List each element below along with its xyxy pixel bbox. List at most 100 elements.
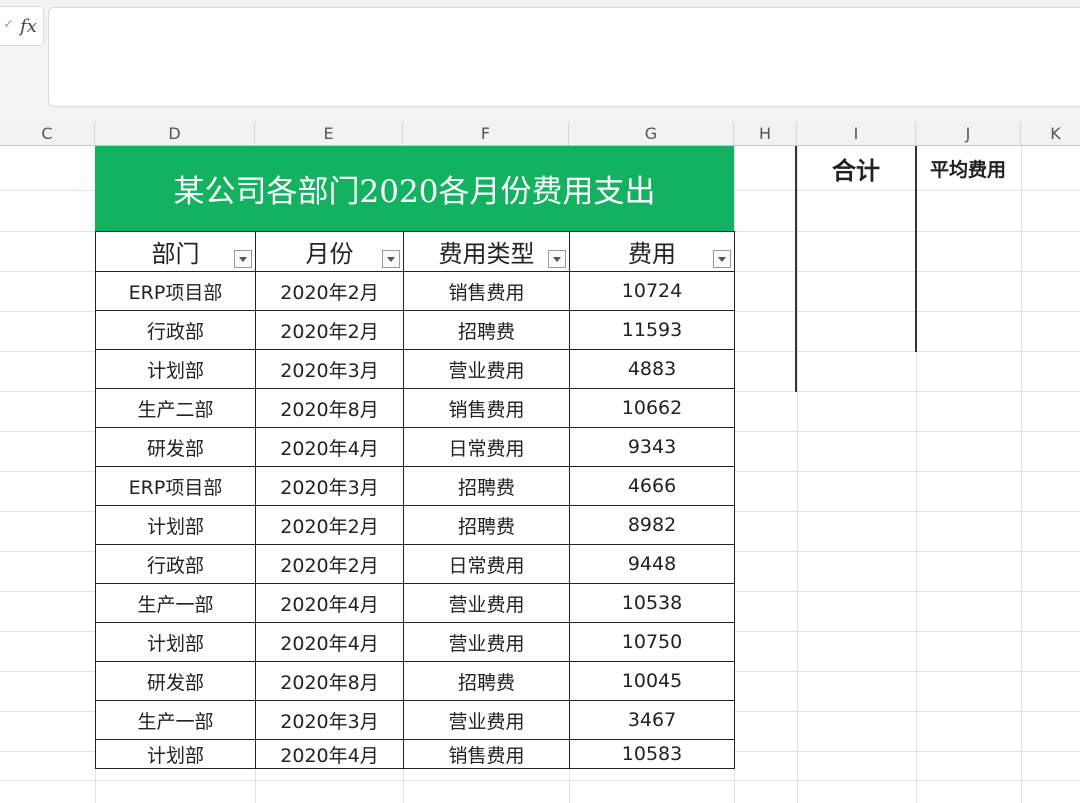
- column-header-h[interactable]: H: [734, 122, 797, 146]
- table-row: 研发部 2020年4月 日常费用 9343: [95, 427, 735, 467]
- table-row: 行政部 2020年2月 招聘费 11593: [95, 310, 735, 350]
- cell-department[interactable]: 生产一部: [95, 583, 256, 623]
- cell-department[interactable]: 行政部: [95, 544, 256, 584]
- filter-dropdown-icon[interactable]: [382, 250, 400, 268]
- table-row: 计划部 2020年2月 招聘费 8982: [95, 505, 735, 545]
- cell-expense-type[interactable]: 营业费用: [403, 622, 570, 662]
- cell-expense[interactable]: 9448: [569, 544, 735, 584]
- cell-month[interactable]: 2020年8月: [255, 661, 404, 701]
- cell-department[interactable]: 计划部: [95, 349, 256, 389]
- cell-month[interactable]: 2020年8月: [255, 388, 404, 428]
- cell-expense[interactable]: 10583: [569, 739, 735, 769]
- cell-expense[interactable]: 3467: [569, 700, 735, 740]
- header-label: 月份: [305, 240, 354, 268]
- table-row: 生产二部 2020年8月 销售费用 10662: [95, 388, 735, 428]
- total-label-cell[interactable]: 合计: [797, 146, 915, 190]
- cell-department[interactable]: 计划部: [95, 505, 256, 545]
- fx-icon: fx: [20, 15, 37, 37]
- insert-function-button[interactable]: ✓ fx: [0, 6, 44, 46]
- border-line: [795, 146, 797, 392]
- table-row: ERP项目部 2020年3月 招聘费 4666: [95, 466, 735, 506]
- header-label: 部门: [151, 240, 200, 268]
- column-header-d[interactable]: D: [95, 122, 255, 146]
- grid-line: [0, 780, 1080, 781]
- header-cell-month[interactable]: 月份: [255, 231, 404, 272]
- column-header-e[interactable]: E: [255, 122, 403, 146]
- table-row: 行政部 2020年2月 日常费用 9448: [95, 544, 735, 584]
- header-label: 费用类型: [438, 240, 535, 268]
- cell-expense[interactable]: 11593: [569, 310, 735, 350]
- average-label-cell[interactable]: 平均费用: [916, 146, 1020, 190]
- cell-expense-type[interactable]: 营业费用: [403, 349, 570, 389]
- filter-dropdown-icon[interactable]: [234, 250, 252, 268]
- cell-expense[interactable]: 10538: [569, 583, 735, 623]
- cell-expense-type[interactable]: 日常费用: [403, 544, 570, 584]
- table-row: 计划部 2020年4月 销售费用 10583: [95, 739, 735, 769]
- cell-department[interactable]: 研发部: [95, 661, 256, 701]
- cell-department[interactable]: 生产一部: [95, 700, 256, 740]
- header-cell-expense-type[interactable]: 费用类型: [403, 231, 570, 272]
- cell-month[interactable]: 2020年3月: [255, 466, 404, 506]
- cell-expense[interactable]: 4666: [569, 466, 735, 506]
- cell-department[interactable]: ERP项目部: [95, 466, 256, 506]
- cell-department[interactable]: 生产二部: [95, 388, 256, 428]
- cell-expense-type[interactable]: 招聘费: [403, 661, 570, 701]
- expense-table: 部门 月份 费用类型 费用 ERP项目部 2020年2月 销售费用 10724: [95, 231, 735, 769]
- cell-month[interactable]: 2020年4月: [255, 622, 404, 662]
- border-line: [915, 146, 917, 352]
- filter-dropdown-icon[interactable]: [713, 250, 731, 268]
- cell-month[interactable]: 2020年2月: [255, 505, 404, 545]
- cell-expense[interactable]: 10662: [569, 388, 735, 428]
- cell-month[interactable]: 2020年4月: [255, 583, 404, 623]
- column-header-j[interactable]: J: [916, 122, 1021, 146]
- header-row: 部门 月份 费用类型 费用: [95, 231, 735, 272]
- cell-expense-type[interactable]: 营业费用: [403, 700, 570, 740]
- column-header-i[interactable]: I: [797, 122, 916, 146]
- cell-expense-type[interactable]: 招聘费: [403, 505, 570, 545]
- cell-department[interactable]: 计划部: [95, 739, 256, 769]
- cell-expense[interactable]: 9343: [569, 427, 735, 467]
- cell-expense-type[interactable]: 招聘费: [403, 466, 570, 506]
- table-row: 计划部 2020年3月 营业费用 4883: [95, 349, 735, 389]
- header-cell-expense[interactable]: 费用: [569, 231, 735, 272]
- cell-expense[interactable]: 10750: [569, 622, 735, 662]
- cell-month[interactable]: 2020年3月: [255, 349, 404, 389]
- formula-input[interactable]: [48, 7, 1080, 107]
- header-cell-department[interactable]: 部门: [95, 231, 256, 272]
- table-row: 生产一部 2020年4月 营业费用 10538: [95, 583, 735, 623]
- table-row: 计划部 2020年4月 营业费用 10750: [95, 622, 735, 662]
- cell-department[interactable]: 行政部: [95, 310, 256, 350]
- table-row: ERP项目部 2020年2月 销售费用 10724: [95, 271, 735, 311]
- cell-expense-type[interactable]: 日常费用: [403, 427, 570, 467]
- table-row: 研发部 2020年8月 招聘费 10045: [95, 661, 735, 701]
- grid-line: [1021, 146, 1022, 803]
- grid-line: [797, 146, 798, 803]
- column-header-k[interactable]: K: [1021, 122, 1080, 146]
- cell-expense-type[interactable]: 招聘费: [403, 310, 570, 350]
- table-title[interactable]: 某公司各部门2020各月份费用支出: [95, 146, 734, 231]
- header-label: 费用: [628, 240, 676, 268]
- cell-expense-type[interactable]: 销售费用: [403, 739, 570, 769]
- cell-expense-type[interactable]: 销售费用: [403, 388, 570, 428]
- filter-dropdown-icon[interactable]: [548, 250, 566, 268]
- cell-month[interactable]: 2020年2月: [255, 271, 404, 311]
- column-header-f[interactable]: F: [403, 122, 569, 146]
- cell-expense[interactable]: 8982: [569, 505, 735, 545]
- checkmark-icon: ✓: [3, 16, 15, 32]
- cell-expense-type[interactable]: 营业费用: [403, 583, 570, 623]
- cell-department[interactable]: 研发部: [95, 427, 256, 467]
- cell-month[interactable]: 2020年4月: [255, 427, 404, 467]
- column-header-g[interactable]: G: [569, 122, 734, 146]
- cell-month[interactable]: 2020年3月: [255, 700, 404, 740]
- cell-expense-type[interactable]: 销售费用: [403, 271, 570, 311]
- cell-expense[interactable]: 4883: [569, 349, 735, 389]
- cell-expense[interactable]: 10045: [569, 661, 735, 701]
- cell-department[interactable]: 计划部: [95, 622, 256, 662]
- table-row: 生产一部 2020年3月 营业费用 3467: [95, 700, 735, 740]
- cell-month[interactable]: 2020年2月: [255, 544, 404, 584]
- cell-month[interactable]: 2020年4月: [255, 739, 404, 769]
- cell-month[interactable]: 2020年2月: [255, 310, 404, 350]
- cell-department[interactable]: ERP项目部: [95, 271, 256, 311]
- cell-expense[interactable]: 10724: [569, 271, 735, 311]
- column-header-c[interactable]: C: [0, 122, 95, 146]
